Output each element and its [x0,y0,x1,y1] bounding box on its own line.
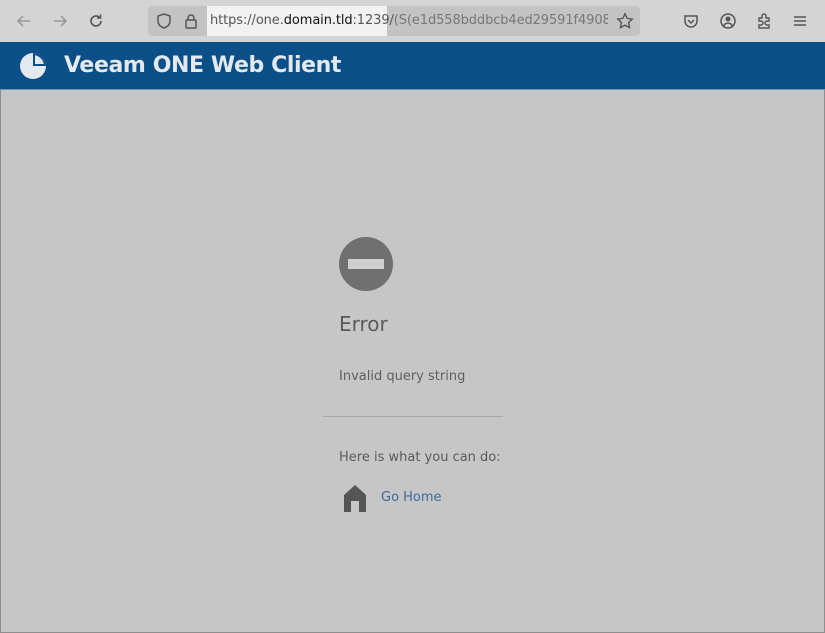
pocket-icon[interactable] [681,11,701,31]
url-text[interactable]: https://one.domain.tld:1239/(S(e1d558bdd… [210,13,608,28]
url-rest: (S(e1d558bddbcb4ed29591f4908d4 [393,13,608,28]
error-icon [338,236,394,292]
extensions-icon[interactable] [754,11,774,31]
url-port-path: :1239/ [352,13,394,28]
error-page [0,90,825,633]
home-icon[interactable] [342,483,368,513]
divider [323,416,503,417]
back-icon[interactable] [14,11,34,31]
url-host: domain.tld [283,13,353,28]
go-home-link[interactable]: Go Home [381,490,442,505]
menu-icon[interactable] [790,11,810,31]
veeam-logo-icon [18,51,48,81]
lock-icon[interactable] [181,11,201,31]
account-icon[interactable] [718,11,738,31]
help-text: Here is what you can do: [339,450,501,465]
reload-icon[interactable] [86,11,106,31]
star-icon[interactable] [615,11,635,31]
error-message: Invalid query string [339,369,466,384]
error-title: Error [339,312,388,336]
url-subdomain: one. [255,13,284,28]
browser-toolbar: https://one.domain.tld:1239/(S(e1d558bdd… [0,0,825,42]
app-header: Veeam ONE Web Client [0,42,825,90]
app-title: Veeam ONE Web Client [64,53,342,78]
forward-icon[interactable] [50,11,70,31]
shield-icon[interactable] [154,11,174,31]
url-scheme: https:// [210,13,256,28]
